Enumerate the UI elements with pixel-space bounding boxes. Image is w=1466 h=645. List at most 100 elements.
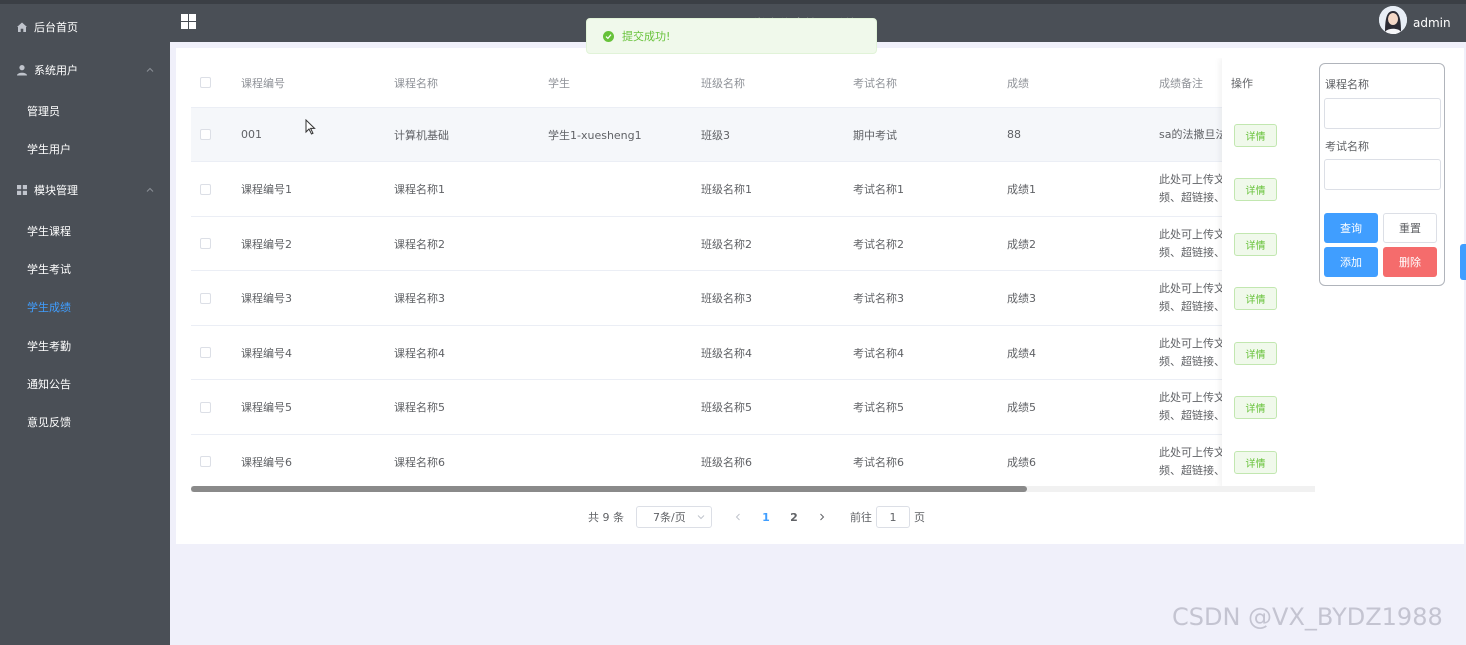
goto-page-input[interactable]: 1: [876, 506, 910, 528]
course-name-label: 课程名称: [1325, 78, 1369, 91]
score-note-line: 频、超链接、: [1159, 191, 1225, 204]
sidebar-item-label: 学生课程: [27, 225, 71, 238]
detail-button[interactable]: 详情: [1234, 123, 1277, 147]
goto-suffix: 页: [914, 511, 925, 524]
add-button[interactable]: 添加: [1324, 247, 1378, 277]
sidebar-group-system-users[interactable]: 系统用户: [0, 51, 170, 89]
sidebar-item-label: 学生考试: [27, 263, 71, 276]
page-2-button[interactable]: 2: [780, 511, 808, 524]
score-cell: 88: [1007, 128, 1021, 141]
score-note-line: 此处可上传文: [1159, 227, 1225, 241]
page-1-button[interactable]: 1: [752, 511, 780, 524]
table-row[interactable]: 课程编号5 课程名称5 班级名称5 考试名称5 成绩5 此处可上传文 频、超链接、: [191, 381, 1315, 435]
row-checkbox[interactable]: [200, 217, 211, 270]
course-name-cell: 计算机基础: [394, 128, 449, 142]
mouse-cursor-icon: [305, 118, 316, 138]
table-horizontal-scrollbar[interactable]: [191, 486, 1315, 492]
table-row[interactable]: 课程编号1 课程名称1 班级名称1 考试名称1 成绩1 此处可上传文 频、超链接、: [191, 163, 1315, 217]
prev-page-button[interactable]: [724, 511, 752, 524]
sidebar-item-student-users[interactable]: 学生用户: [0, 130, 170, 168]
score-note-cell: 此处可上传文 频、超链接、: [1159, 217, 1225, 270]
col-exam-name: 考试名称: [853, 76, 897, 90]
course-name-cell: 课程名称4: [394, 346, 445, 360]
username-label[interactable]: admin: [1413, 16, 1451, 30]
operations-column: 操作 详情 详情 详情 详情 详情 详情 详情: [1222, 58, 1315, 488]
chevron-down-icon: [697, 511, 705, 524]
course-code-cell: 001: [241, 128, 262, 141]
row-checkbox[interactable]: [200, 435, 211, 488]
sidebar-item-label: 模块管理: [34, 184, 78, 197]
sidebar-item-admin[interactable]: 管理员: [0, 92, 170, 130]
row-checkbox[interactable]: [200, 272, 211, 325]
sidebar-item-student-exams[interactable]: 学生考试: [0, 250, 170, 288]
score-cell: 成绩5: [1007, 401, 1036, 414]
score-note-cell: 此处可上传文 频、超链接、: [1159, 326, 1225, 379]
detail-button[interactable]: 详情: [1234, 396, 1277, 419]
sidebar-item-student-courses[interactable]: 学生课程: [0, 212, 170, 250]
table-row[interactable]: 课程编号4 课程名称4 班级名称4 考试名称4 成绩4 此处可上传文 频、超链接、: [191, 326, 1315, 380]
sidebar-item-label: 管理员: [27, 105, 60, 118]
exam-name-label: 考试名称: [1325, 140, 1369, 153]
chevron-up-icon: [146, 64, 154, 72]
side-tab-handle[interactable]: [1460, 244, 1466, 280]
col-operations: 操作: [1231, 77, 1253, 90]
score-cell: 成绩3: [1007, 292, 1036, 305]
sidebar-item-label: 学生用户: [27, 143, 71, 156]
home-icon: [16, 21, 28, 33]
row-checkbox[interactable]: [200, 108, 211, 161]
class-name-cell: 班级名称3: [701, 292, 752, 305]
score-note-line: 此处可上传文: [1159, 173, 1225, 186]
sidebar-item-student-attendance[interactable]: 学生考勤: [0, 327, 170, 365]
query-button[interactable]: 查询: [1324, 213, 1378, 243]
col-course-code: 课程编号: [241, 76, 285, 90]
sidebar-group-modules[interactable]: 模块管理: [0, 171, 170, 209]
row-checkbox[interactable]: [200, 326, 211, 379]
score-cell: 成绩1: [1007, 183, 1036, 196]
score-note-line: 此处可上传文: [1159, 282, 1225, 295]
score-cell: 成绩6: [1007, 455, 1036, 469]
course-code-cell: 课程编号2: [241, 237, 292, 251]
course-code-cell: 课程编号5: [241, 401, 292, 414]
avatar[interactable]: [1379, 6, 1407, 34]
detail-button[interactable]: 详情: [1234, 287, 1277, 310]
select-all-checkbox[interactable]: [200, 58, 211, 107]
sidebar: 后台首页 系统用户 管理员 学生用户 模块管理 学生课程 学生考试 学生成绩 学…: [0, 0, 170, 645]
page-size-select[interactable]: 7条/页: [636, 506, 712, 528]
table-row[interactable]: 课程编号6 课程名称6 班级名称6 考试名称6 成绩6 此处可上传文 频、超链接、: [191, 435, 1315, 488]
score-note-cell: 此处可上传文 频、超链接、: [1159, 435, 1225, 488]
sidebar-item-label: 学生考勤: [27, 340, 71, 353]
delete-button[interactable]: 删除: [1383, 247, 1437, 277]
row-checkbox[interactable]: [200, 163, 211, 216]
content-card: 课程编号 课程名称 学生 班级名称 考试名称 成绩 成绩备注 001 计算机基础 学…: [176, 48, 1464, 544]
exam-name-cell: 考试名称2: [853, 237, 904, 251]
chevron-up-icon: [146, 184, 154, 192]
menu-toggle-icon[interactable]: [181, 14, 196, 29]
table-row[interactable]: 001 计算机基础 学生1-xuesheng1 班级3 期中考试 88 sa的法撒旦法: [191, 108, 1315, 162]
class-name-cell: 班级名称6: [701, 455, 752, 469]
class-name-cell: 班级名称5: [701, 401, 752, 414]
table-row[interactable]: 课程编号3 课程名称3 班级名称3 考试名称3 成绩3 此处可上传文 频、超链接、: [191, 272, 1315, 326]
sidebar-item-label: 通知公告: [27, 378, 71, 391]
grid-icon: [16, 184, 28, 196]
sidebar-item-student-scores[interactable]: 学生成绩: [0, 288, 170, 326]
detail-button[interactable]: 详情: [1234, 450, 1277, 474]
sidebar-item-home[interactable]: 后台首页: [0, 8, 170, 46]
search-panel: 课程名称 考试名称 查询 重置 添加 删除: [1319, 63, 1445, 286]
operations-cell: 详情: [1234, 108, 1277, 162]
col-score: 成绩: [1007, 76, 1029, 90]
table-row[interactable]: 课程编号2 课程名称2 班级名称2 考试名称2 成绩2 此处可上传文 频、超链接、: [191, 217, 1315, 271]
exam-name-input[interactable]: [1324, 159, 1441, 190]
sidebar-item-feedback[interactable]: 意见反馈: [0, 403, 170, 441]
score-note-line: 此处可上传文: [1159, 445, 1225, 459]
course-name-input[interactable]: [1324, 98, 1441, 129]
row-checkbox[interactable]: [200, 381, 211, 434]
sidebar-item-notices[interactable]: 通知公告: [0, 365, 170, 403]
reset-button[interactable]: 重置: [1383, 213, 1437, 243]
detail-button[interactable]: 详情: [1234, 178, 1277, 201]
exam-name-cell: 期中考试: [853, 128, 897, 142]
course-code-cell: 课程编号3: [241, 292, 292, 305]
detail-button[interactable]: 详情: [1234, 232, 1277, 256]
next-page-button[interactable]: [808, 511, 836, 524]
course-code-cell: 课程编号4: [241, 346, 292, 360]
detail-button[interactable]: 详情: [1234, 341, 1277, 365]
